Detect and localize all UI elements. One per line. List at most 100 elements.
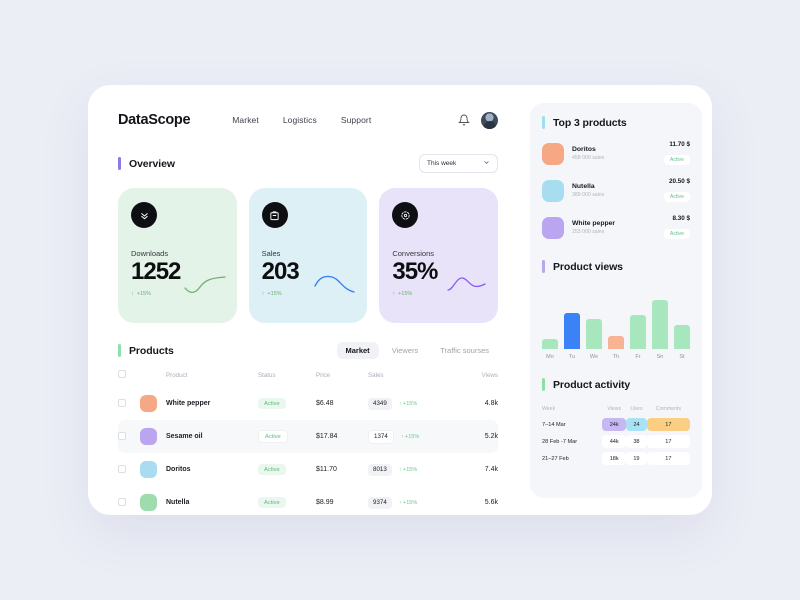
products-header: Products Market Viewers Traffic sourses	[118, 342, 498, 359]
tab-traffic-sources[interactable]: Traffic sourses	[431, 342, 498, 359]
target-icon	[392, 202, 419, 228]
list-item[interactable]: Doritos 458 000 sales 11.70 $ Active	[542, 141, 690, 166]
activity-comments-value: 17	[646, 418, 690, 431]
product-views-accent-bar	[542, 260, 545, 273]
price-cell: $11.70	[316, 466, 337, 473]
sales-value: 8013	[368, 463, 392, 476]
user-avatar[interactable]	[481, 111, 498, 129]
table-row[interactable]: Nutella Active $8.99 9374 ↑ +15% 5.6k	[118, 486, 498, 519]
chart-bar-group[interactable]: Tu	[564, 286, 580, 360]
chart-bar-group[interactable]: Th	[608, 286, 624, 360]
stat-card-conversions[interactable]: Conversions 35% ↑ +15%	[379, 188, 499, 323]
chart-bar-group[interactable]: St	[674, 286, 690, 360]
row-checkbox[interactable]	[118, 398, 126, 407]
top-product-meta: 11.70 $ Active	[663, 141, 690, 166]
top-product-price: 20.50 $	[668, 178, 690, 185]
table-row[interactable]: White pepper Active $6.48 4349 ↑ +15% 4.…	[118, 387, 498, 420]
row-checkbox[interactable]	[118, 464, 126, 473]
activity-comments-cell: 17	[646, 435, 690, 448]
stat-card-downloads[interactable]: Downloads 1252 ↑ +15%	[118, 188, 237, 323]
side-panel: Top 3 products Doritos 458 000 sales 11.…	[520, 85, 712, 515]
sales-value: 4349	[368, 397, 392, 410]
nav-item-logistics[interactable]: Logistics	[283, 115, 317, 125]
row-checkbox-cell	[118, 453, 140, 486]
product-activity-title-group: Product activity	[542, 378, 690, 391]
table-header-row: Product Status Price Sales Views	[118, 370, 498, 387]
activity-likes-value: 19	[626, 452, 647, 465]
top-product-text: Doritos 458 000 sales	[572, 146, 604, 161]
tab-market[interactable]: Market	[336, 342, 379, 359]
top-product-name: Doritos	[572, 146, 596, 153]
select-all-checkbox[interactable]	[118, 370, 126, 378]
activity-views-cell: 44k	[602, 435, 627, 448]
status-badge: Active	[258, 497, 286, 508]
shopping-bag-icon	[261, 202, 288, 228]
product-thumbnail	[140, 395, 157, 412]
stat-card-delta-value: +15%	[136, 291, 151, 298]
row-checkbox-cell	[118, 387, 140, 420]
stat-card-label: Sales	[261, 249, 281, 258]
status-badge: Active	[663, 155, 690, 165]
products-tabs: Market Viewers Traffic sourses	[336, 342, 499, 359]
activity-comments-value: 17	[646, 435, 690, 448]
views-cell: 5.2k	[446, 420, 498, 453]
arrow-up-icon: ↑	[261, 291, 265, 298]
product-thumbnail	[542, 216, 564, 239]
chart-x-label: Mo	[546, 354, 554, 360]
nav-item-support[interactable]: Support	[341, 115, 371, 125]
activity-likes-cell: 24	[626, 418, 647, 431]
period-select-value: This week	[427, 160, 457, 167]
nav-item-market[interactable]: Market	[232, 115, 259, 125]
activity-likes-cell: 38	[626, 435, 647, 448]
activity-comments-value: 17	[646, 452, 690, 465]
stat-card-delta-value: +15%	[398, 291, 413, 298]
table-row[interactable]: 7–14 Mar 24k 24 17	[542, 418, 690, 431]
period-select[interactable]: This week	[419, 154, 498, 173]
table-row[interactable]: Doritos Active $11.70 8013 ↑ +15% 7.4k	[118, 453, 498, 486]
stat-card-sales[interactable]: Sales 203 ↑ +15%	[248, 188, 368, 323]
sparkline-conversions	[447, 277, 486, 291]
row-checkbox[interactable]	[118, 431, 126, 440]
chart-bar-group[interactable]: Mo	[542, 286, 558, 360]
sales-cell: 9374 ↑ +15%	[368, 486, 446, 519]
activity-week: 21–27 Feb	[542, 455, 569, 462]
status-badge: Active	[258, 464, 286, 475]
table-row[interactable]: Sesame oil Active $17.84 1374 ↑ +15% 5.2…	[118, 420, 498, 453]
column-views: Views	[481, 371, 498, 379]
table-row[interactable]: 28 Feb -7 Mar 44k 38 17	[542, 435, 690, 448]
sales-delta: ↑ +15%	[398, 467, 418, 473]
chart-bar-group[interactable]: We	[586, 286, 602, 360]
product-name: Nutella	[166, 499, 190, 506]
views-cell: 4.8k	[484, 400, 498, 407]
activity-comments-cell: 17	[646, 452, 690, 465]
chart-bar-group[interactable]: Fr	[630, 286, 646, 360]
chart-bar-group[interactable]: Sn	[652, 286, 668, 360]
download-icon	[131, 202, 157, 228]
sales-delta-value: +15%	[403, 500, 418, 506]
row-thumb-cell	[140, 486, 166, 519]
activity-week: 28 Feb -7 Mar	[542, 438, 578, 445]
chart-x-label: Tu	[568, 354, 576, 360]
tab-viewers[interactable]: Viewers	[383, 342, 428, 359]
row-checkbox-cell	[118, 486, 140, 519]
row-checkbox-cell	[118, 420, 140, 453]
product-activity-title: Product activity	[553, 378, 631, 391]
list-item[interactable]: Nutella 389 000 sales 20.50 $ Active	[542, 178, 690, 203]
top-product-meta: 8.30 $ Active	[663, 215, 690, 240]
chart-x-label: St	[679, 354, 685, 360]
top-products-title-group: Top 3 products	[542, 116, 690, 129]
table-row[interactable]: 21–27 Feb 18k 19 17	[542, 452, 690, 465]
row-thumb-cell	[140, 453, 166, 486]
product-activity-table: Week Views Likes Comments 7–14 Mar 24k 2…	[542, 402, 690, 469]
arrow-up-icon: ↑	[131, 291, 134, 298]
column-week: Week	[542, 406, 556, 412]
top-product-sales: 389 000 sales	[572, 192, 605, 198]
dashboard-window: DataScope Market Logistics Support Overv…	[88, 85, 712, 515]
stat-card-delta-value: +15%	[267, 291, 282, 298]
activity-views-value: 18k	[602, 452, 627, 465]
price-cell: $17.84	[316, 420, 368, 453]
bell-icon[interactable]	[458, 114, 470, 126]
list-item[interactable]: White pepper 253 000 sales 8.30 $ Active	[542, 215, 690, 240]
sparkline-sales	[314, 275, 356, 293]
row-checkbox[interactable]	[118, 497, 126, 506]
